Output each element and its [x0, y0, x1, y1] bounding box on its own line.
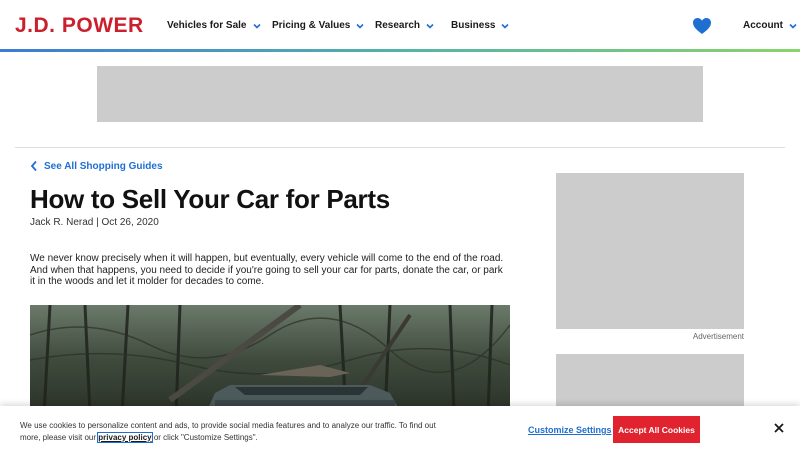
- chevron-down-icon: [789, 23, 797, 29]
- article-byline: Jack R. Nerad | Oct 26, 2020: [30, 217, 159, 228]
- accept-all-cookies-button[interactable]: Accept All Cookies: [613, 416, 700, 443]
- account-menu[interactable]: Account: [743, 20, 798, 31]
- sidebar-ad-placeholder[interactable]: [556, 173, 744, 329]
- advertisement-label: Advertisement: [692, 332, 744, 341]
- nav-label: Pricing & Values: [272, 20, 351, 31]
- nav-label: Research: [375, 20, 421, 31]
- junkyard-car-photo: [30, 305, 510, 415]
- close-icon[interactable]: [772, 421, 786, 435]
- nav-vehicles-for-sale[interactable]: Vehicles for Sale: [167, 20, 262, 31]
- privacy-policy-link[interactable]: privacy policy: [97, 431, 153, 443]
- section-divider: [15, 147, 785, 148]
- article-title: How to Sell Your Car for Parts: [30, 184, 390, 214]
- nav-label: Business: [451, 20, 496, 31]
- cookie-banner: We use cookies to personalize content an…: [0, 406, 800, 450]
- cookie-notice-text: We use cookies to personalize content an…: [20, 420, 440, 443]
- chevron-down-icon: [426, 23, 434, 29]
- cookie-text-after: or click "Customize Settings".: [151, 432, 258, 442]
- customize-settings-link[interactable]: Customize Settings: [528, 425, 612, 435]
- nav-business[interactable]: Business: [451, 20, 510, 31]
- heart-icon[interactable]: [692, 17, 712, 35]
- nav-research[interactable]: Research: [375, 20, 435, 31]
- site-header: J.D. POWER Vehicles for Sale Pricing & V…: [0, 0, 800, 52]
- see-all-guides-link[interactable]: See All Shopping Guides: [30, 160, 163, 172]
- chevron-down-icon: [501, 23, 510, 29]
- top-ad-placeholder[interactable]: [97, 66, 703, 122]
- article-intro: We never know precisely when it will hap…: [30, 253, 504, 287]
- jd-power-logo[interactable]: J.D. POWER: [15, 14, 144, 38]
- chevron-down-icon: [356, 23, 364, 29]
- nav-pricing-values[interactable]: Pricing & Values: [272, 20, 365, 31]
- back-link-label: See All Shopping Guides: [44, 160, 163, 172]
- account-label: Account: [743, 20, 783, 31]
- chevron-down-icon: [252, 23, 261, 29]
- article-hero-image: [30, 305, 510, 415]
- nav-label: Vehicles for Sale: [167, 20, 247, 31]
- chevron-left-icon: [30, 160, 37, 172]
